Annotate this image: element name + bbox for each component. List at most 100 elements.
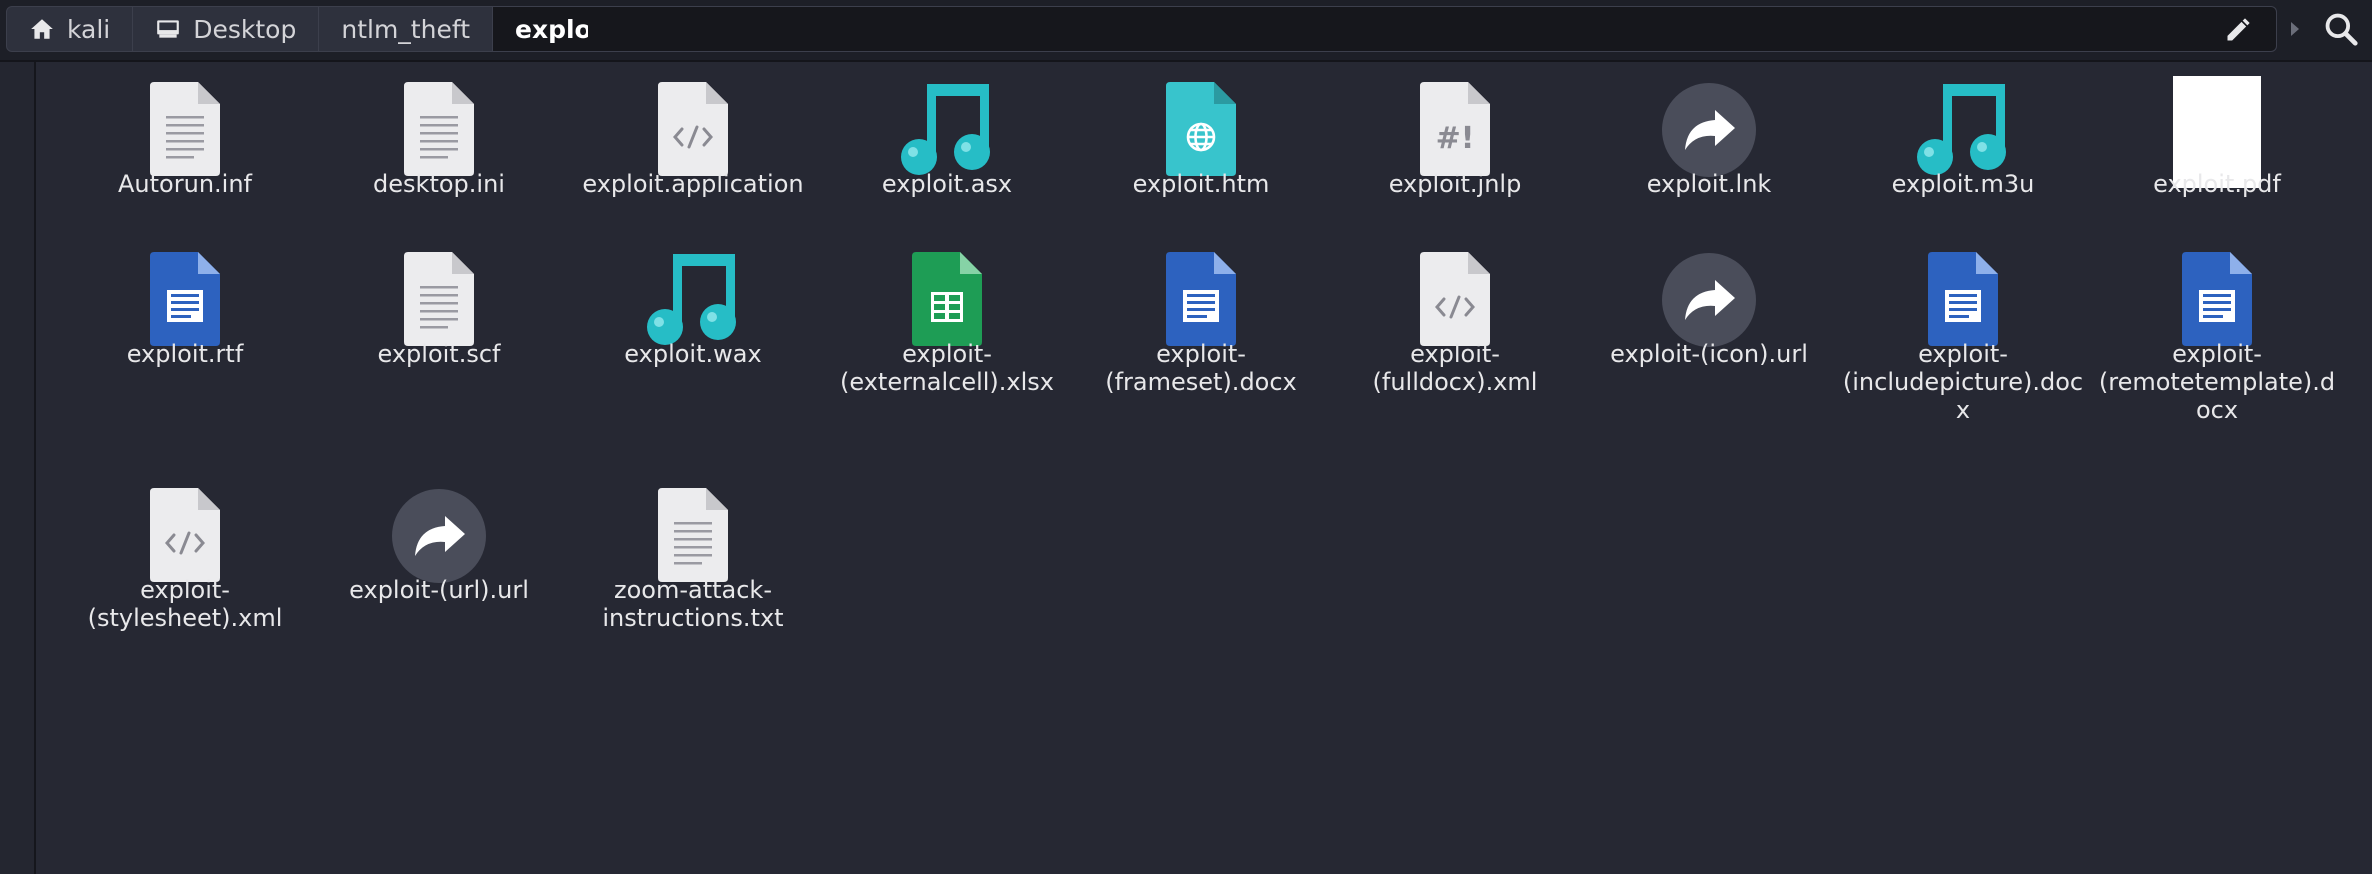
file-name-label: exploit- (fulldocx).xml — [1328, 340, 1582, 396]
file-name-line: exploit.wax — [624, 340, 762, 368]
file-item[interactable]: #! exploit.jnlp — [1328, 62, 1582, 198]
file-name-line: exploit- — [902, 340, 992, 368]
text-file-icon — [312, 62, 566, 176]
file-grid: Autorun.inf desktop.ini exploit.applicat… — [34, 62, 2372, 874]
file-name-label: Autorun.inf — [58, 170, 312, 198]
file-item[interactable]: Autorun.inf — [58, 62, 312, 198]
shortcut-icon — [312, 468, 566, 583]
pdf-thumbnail-icon — [2090, 62, 2344, 188]
file-name-label: exploit.rtf — [58, 340, 312, 368]
file-item[interactable]: exploit.lnk — [1582, 62, 1836, 198]
file-name-label: exploit- (stylesheet).xml — [58, 576, 312, 632]
spreadsheet-file-icon — [820, 232, 1074, 346]
document-file-icon — [1074, 232, 1328, 346]
breadcrumb-kali[interactable]: kali — [6, 6, 134, 52]
file-item[interactable]: exploit.pdf — [2090, 62, 2344, 198]
file-item[interactable]: exploit.asx — [820, 62, 1074, 198]
file-name-line: exploit.m3u — [1891, 170, 2035, 198]
file-name-line: instructions.txt — [602, 604, 784, 632]
file-item[interactable]: exploit- (stylesheet).xml — [58, 468, 312, 632]
file-name-line: (remotetemplate).d — [2098, 368, 2336, 396]
file-item[interactable]: exploit- (frameset).docx — [1074, 232, 1328, 396]
file-name-label: exploit-(url).url — [312, 576, 566, 604]
file-name-line: exploit.scf — [377, 340, 501, 368]
file-item[interactable]: exploit- (includepicture).doc x — [1836, 232, 2090, 424]
file-item[interactable]: exploit.htm — [1074, 62, 1328, 198]
file-name-line: exploit- — [1410, 340, 1500, 368]
file-name-line: x — [1955, 396, 1971, 424]
shortcut-icon — [1582, 62, 1836, 177]
breadcrumb-label: kali — [67, 14, 111, 44]
file-name-label: exploit- (includepicture).doc x — [1836, 340, 2090, 424]
location-field[interactable] — [588, 6, 2277, 52]
file-name-label: exploit- (remotetemplate).d ocx — [2090, 340, 2344, 424]
shortcut-icon — [1582, 232, 1836, 347]
chevron-right-icon[interactable] — [2288, 18, 2302, 40]
file-name-label: exploit.jnlp — [1328, 170, 1582, 198]
file-name-line: exploit.htm — [1132, 170, 1270, 198]
code-file-icon — [566, 62, 820, 176]
file-name-line: exploit.lnk — [1646, 170, 1772, 198]
file-item[interactable]: exploit.application — [566, 62, 820, 198]
file-name-label: exploit.lnk — [1582, 170, 1836, 198]
file-name-line: Autorun.inf — [118, 170, 252, 198]
file-name-label: exploit-(icon).url — [1582, 340, 1836, 368]
file-item[interactable]: exploit-(url).url — [312, 468, 566, 604]
file-name-line: exploit.asx — [881, 170, 1013, 198]
file-name-label: exploit.m3u — [1836, 170, 2090, 198]
file-name-line: (externalcell).xlsx — [840, 368, 1054, 396]
search-icon[interactable] — [2322, 10, 2360, 48]
file-item[interactable]: zoom-attack-instructions.txt — [566, 468, 820, 632]
file-name-line: ocx — [2195, 396, 2239, 424]
file-name-label: desktop.ini — [312, 170, 566, 198]
code-file-icon — [58, 468, 312, 582]
path-bar: kali Desktop ntlm_theft exploit — [0, 0, 2372, 62]
breadcrumb-label: Desktop — [193, 14, 297, 44]
file-item[interactable]: exploit- (fulldocx).xml — [1328, 232, 1582, 396]
code-file-icon — [1328, 232, 1582, 346]
file-name-line: exploit- — [140, 576, 230, 604]
svg-text:#!: #! — [1436, 121, 1475, 156]
file-name-line: exploit-(icon).url — [1610, 340, 1808, 368]
file-item[interactable]: exploit- (remotetemplate).d ocx — [2090, 232, 2344, 424]
file-name-line: desktop.ini — [373, 170, 505, 198]
file-name-line: (includepicture).doc — [1842, 368, 2084, 396]
breadcrumb-label: ntlm_theft — [341, 14, 470, 44]
file-name-line: (frameset).docx — [1105, 368, 1297, 396]
file-name-label: exploit.pdf — [2090, 170, 2344, 198]
file-name-label: exploit.application — [566, 170, 820, 198]
file-name-line: exploit.pdf — [2153, 170, 2281, 198]
file-name-line: exploit- — [1918, 340, 2008, 368]
text-file-icon — [566, 468, 820, 582]
pencil-icon[interactable] — [2224, 16, 2252, 44]
file-name-label: exploit- (frameset).docx — [1074, 340, 1328, 396]
text-file-icon — [312, 232, 566, 346]
home-icon — [31, 19, 53, 39]
file-name-line: (fulldocx).xml — [1372, 368, 1538, 396]
file-item[interactable]: exploit.scf — [312, 232, 566, 368]
file-name-label: exploit- (externalcell).xlsx — [820, 340, 1074, 396]
breadcrumb-desktop[interactable]: Desktop — [133, 6, 320, 52]
file-name-label: exploit.scf — [312, 340, 566, 368]
file-name-line: exploit- — [2172, 340, 2262, 368]
text-file-icon — [58, 62, 312, 176]
sidebar-edge — [0, 62, 36, 874]
file-item[interactable]: exploit.rtf — [58, 232, 312, 368]
file-name-line: exploit-(url).url — [349, 576, 529, 604]
file-item[interactable]: exploit.m3u — [1836, 62, 2090, 198]
document-file-icon — [58, 232, 312, 346]
file-item[interactable]: exploit.wax — [566, 232, 820, 368]
file-name-label: exploit.wax — [566, 340, 820, 368]
file-name-line: exploit.application — [582, 170, 804, 198]
music-note-icon — [1836, 62, 2090, 175]
file-item[interactable]: desktop.ini — [312, 62, 566, 198]
file-name-line: zoom-attack- — [614, 576, 772, 604]
breadcrumb-ntlm-theft[interactable]: ntlm_theft — [319, 6, 493, 52]
music-note-icon — [566, 232, 820, 345]
file-name-line: exploit- — [1156, 340, 1246, 368]
file-name-label: zoom-attack-instructions.txt — [566, 576, 820, 632]
file-item[interactable]: exploit- (externalcell).xlsx — [820, 232, 1074, 396]
file-item[interactable]: exploit-(icon).url — [1582, 232, 1836, 368]
document-file-icon — [1836, 232, 2090, 346]
file-name-line: exploit.rtf — [126, 340, 244, 368]
